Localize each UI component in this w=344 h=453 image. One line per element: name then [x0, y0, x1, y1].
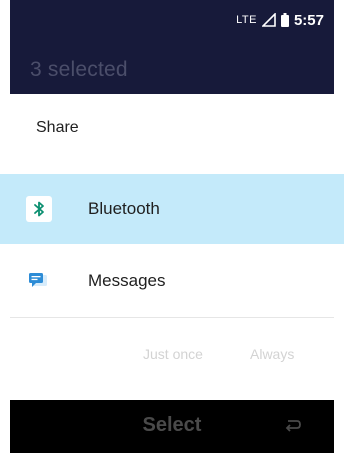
share-option-label: Messages	[88, 271, 166, 290]
bluetooth-icon	[26, 196, 52, 222]
share-dialog: Share Bluetooth Messages Just once Alway…	[0, 94, 344, 400]
just-once-button[interactable]: Just once	[143, 346, 203, 362]
messages-icon	[26, 268, 52, 294]
share-option-bluetooth[interactable]: Bluetooth	[0, 174, 344, 244]
dialog-title: Share	[36, 119, 79, 136]
battery-icon	[280, 13, 289, 27]
dialog-actions: Just once Always	[0, 346, 344, 370]
page-title: 3 selected	[30, 58, 128, 81]
back-icon[interactable]	[284, 418, 302, 434]
share-option-label: Bluetooth	[88, 199, 160, 218]
status-bar: LTE 5:57	[10, 0, 334, 40]
always-button[interactable]: Always	[250, 346, 294, 362]
signal-icon	[261, 12, 276, 27]
app-header: LTE 5:57 3 selected	[10, 0, 334, 94]
divider	[10, 317, 334, 318]
clock: 5:57	[293, 11, 324, 29]
screen: LTE 5:57 3 selected Share Bluetooth Mess…	[0, 0, 344, 453]
softkey-bar: Select	[10, 400, 334, 453]
network-type-label: LTE	[236, 14, 257, 26]
share-option-messages[interactable]: Messages	[0, 246, 344, 316]
